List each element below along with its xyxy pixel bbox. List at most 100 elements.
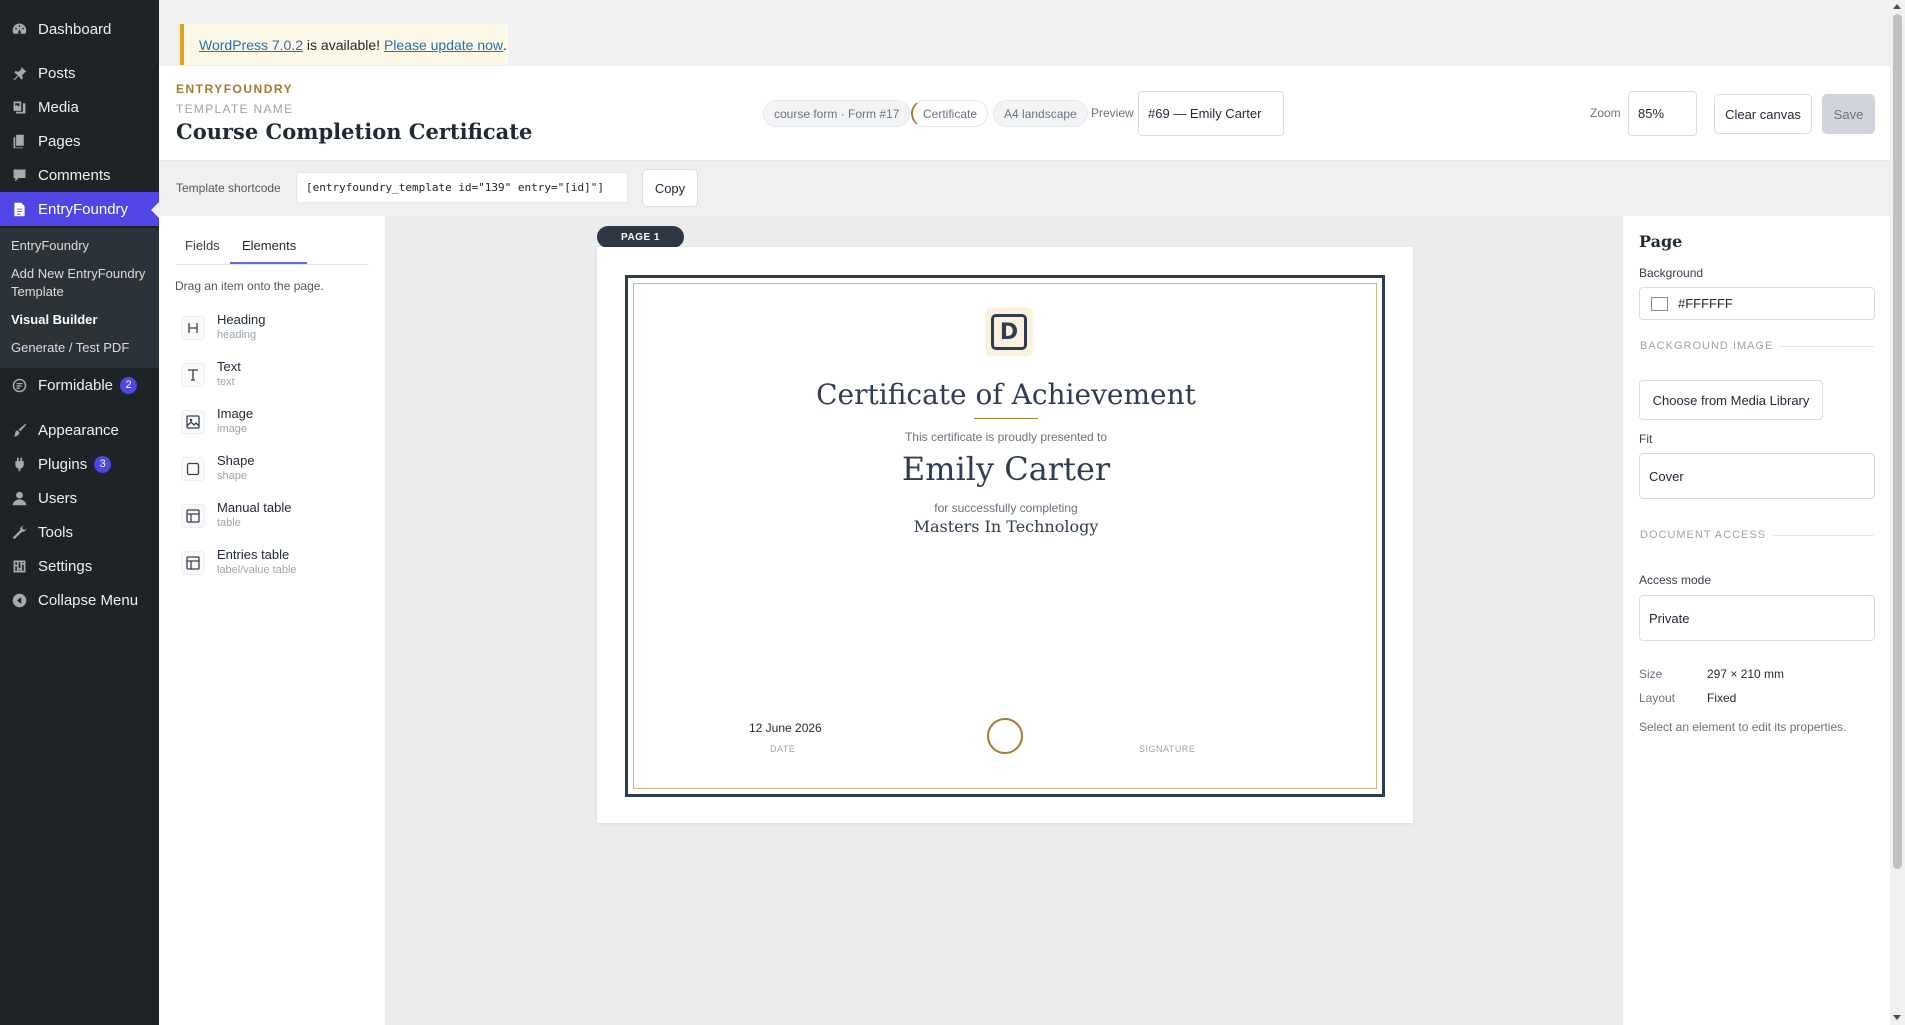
course-name[interactable]: Masters In Technology <box>634 517 1378 536</box>
brand-label: ENTRYFOUNDRY <box>176 82 294 96</box>
background-color-field[interactable]: #FFFFFF <box>1639 287 1875 320</box>
access-mode-select[interactable]: Private <box>1639 595 1875 641</box>
element-text[interactable]: Text text <box>181 359 361 399</box>
menu-pages[interactable]: Pages <box>0 124 159 158</box>
logo-letter: D <box>991 314 1027 350</box>
menu-label: Collapse Menu <box>38 591 139 609</box>
menu-collapse[interactable]: Collapse Menu <box>0 583 159 617</box>
text-icon <box>181 363 205 387</box>
notice-text: is available! <box>303 36 384 53</box>
scroll-up-icon[interactable] <box>1893 4 1901 9</box>
admin-sidebar: Dashboard Posts Media Pages Comments Ent… <box>0 0 159 1025</box>
menu-label: Tools <box>38 523 74 541</box>
entryfoundry-submenu: EntryFoundry Add New EntryFoundry Templa… <box>0 228 159 368</box>
menu-label: Comments <box>38 166 111 184</box>
certificate-date[interactable]: 12 June 2026 <box>749 721 822 735</box>
shortcode-bar: Template shortcode [entryfoundry_templat… <box>159 161 1890 216</box>
presented-text[interactable]: This certificate is proudly presented to <box>634 430 1378 444</box>
signature-label[interactable]: SIGNATURE <box>1139 744 1195 754</box>
certificate-page[interactable]: D Certificate of Achievement This certif… <box>597 247 1413 823</box>
choose-media-button[interactable]: Choose from Media Library <box>1639 380 1823 420</box>
menu-tools[interactable]: Tools <box>0 515 159 549</box>
menu-dashboard[interactable]: Dashboard <box>0 12 159 46</box>
image-icon <box>181 410 205 434</box>
certificate-inner-border[interactable]: D Certificate of Achievement This certif… <box>633 283 1377 789</box>
document-access-section: DOCUMENT ACCESS <box>1640 529 1874 541</box>
element-subtitle: shape <box>217 470 247 482</box>
settings-icon <box>10 557 28 575</box>
tab-elements[interactable]: Elements <box>242 238 296 253</box>
preview-label: Preview <box>1091 106 1134 120</box>
section-title: DOCUMENT ACCESS <box>1640 529 1767 541</box>
access-mode-label: Access mode <box>1639 573 1712 587</box>
element-title: Text <box>217 359 241 374</box>
element-title: Image <box>217 406 254 421</box>
collapse-icon <box>10 591 28 609</box>
template-name[interactable]: Course Completion Certificate <box>176 119 532 144</box>
date-label[interactable]: DATE <box>770 744 795 754</box>
menu-posts[interactable]: Posts <box>0 56 159 90</box>
submenu-visual-builder[interactable]: Visual Builder <box>11 311 97 329</box>
tab-fields[interactable]: Fields <box>185 238 220 253</box>
fit-select[interactable]: Cover <box>1639 453 1875 499</box>
media-icon <box>10 98 28 116</box>
scrollbar-thumb[interactable] <box>1893 14 1902 869</box>
layout-value: Fixed <box>1707 691 1737 705</box>
element-heading[interactable]: Heading heading <box>181 312 361 352</box>
update-notice: WordPress 7.0.2 is available! Please upd… <box>180 24 508 65</box>
menu-users[interactable]: Users <box>0 481 159 515</box>
seal-circle[interactable] <box>987 718 1023 754</box>
submenu-add-new-template[interactable]: Add New EntryFoundry Template <box>11 265 151 301</box>
zoom-label: Zoom <box>1590 106 1621 120</box>
menu-label: Plugins <box>38 455 88 473</box>
element-shape[interactable]: Shape shape <box>181 453 361 493</box>
table-icon <box>181 504 205 528</box>
background-label: Background <box>1639 266 1704 280</box>
submenu-generate-pdf[interactable]: Generate / Test PDF <box>11 339 129 357</box>
wordpress-version-link[interactable]: WordPress 7.0.2 <box>199 37 303 53</box>
menu-label: Posts <box>38 64 76 82</box>
drag-hint: Drag an item onto the page. <box>175 279 324 293</box>
element-entries-table[interactable]: Entries table label/value table <box>181 547 361 587</box>
copy-shortcode-button[interactable]: Copy <box>642 169 698 207</box>
page-tag: PAGE 1 <box>597 226 684 248</box>
pages-icon <box>10 132 28 150</box>
shortcode-input[interactable]: [entryfoundry_template id="139" entry="[… <box>296 172 628 203</box>
title-divider <box>974 418 1038 419</box>
menu-formidable[interactable]: Formidable 2 <box>0 368 159 402</box>
clear-canvas-button[interactable]: Clear canvas <box>1714 94 1812 134</box>
element-manual-table[interactable]: Manual table table <box>181 500 361 540</box>
menu-appearance[interactable]: Appearance <box>0 413 159 447</box>
shortcode-label: Template shortcode <box>176 181 281 195</box>
page-scrollbar[interactable] <box>1890 0 1905 1025</box>
builder-header: ENTRYFOUNDRY TEMPLATE NAME Course Comple… <box>159 66 1890 161</box>
scroll-down-icon[interactable] <box>1893 1015 1901 1020</box>
menu-label: Media <box>38 98 79 116</box>
color-swatch[interactable] <box>1651 296 1668 311</box>
table-icon <box>181 551 205 575</box>
certificate-title[interactable]: Certificate of Achievement <box>634 378 1378 411</box>
update-count-badge: 3 <box>94 455 112 473</box>
menu-entryfoundry[interactable]: EntryFoundry <box>0 192 159 226</box>
element-subtitle: image <box>217 423 247 435</box>
menu-media[interactable]: Media <box>0 90 159 124</box>
size-pill: A4 landscape <box>993 100 1088 127</box>
save-button[interactable]: Save <box>1822 94 1875 134</box>
recipient-name[interactable]: Emily Carter <box>634 450 1378 488</box>
submenu-entryfoundry[interactable]: EntryFoundry <box>11 237 89 255</box>
completion-text[interactable]: for successfully completing <box>634 501 1378 515</box>
zoom-select[interactable]: 85% <box>1628 91 1697 136</box>
update-now-link[interactable]: Please update now <box>384 37 503 53</box>
dashboard-icon <box>10 20 28 38</box>
element-image[interactable]: Image image <box>181 406 361 446</box>
menu-comments[interactable]: Comments <box>0 158 159 192</box>
logo-icon[interactable]: D <box>985 308 1033 356</box>
menu-plugins[interactable]: Plugins 3 <box>0 447 159 481</box>
preview-entry-select[interactable]: #69 — Emily Carter <box>1138 91 1284 136</box>
template-name-label: TEMPLATE NAME <box>176 102 294 116</box>
size-key: Size <box>1639 667 1663 681</box>
menu-settings[interactable]: Settings <box>0 549 159 583</box>
certificate-outer-border[interactable]: D Certificate of Achievement This certif… <box>625 275 1385 797</box>
element-subtitle: label/value table <box>217 564 297 576</box>
brush-icon <box>10 421 28 439</box>
